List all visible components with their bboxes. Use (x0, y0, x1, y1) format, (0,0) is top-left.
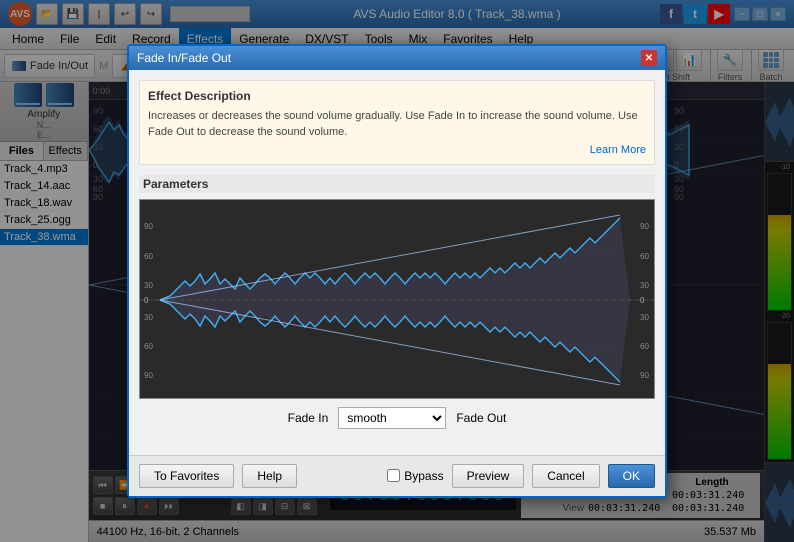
fade-controls: Fade In smooth linear logarithmic expone… (139, 399, 655, 437)
bypass-label: Bypass (404, 469, 443, 483)
to-favorites-btn[interactable]: To Favorites (139, 464, 234, 488)
modal-body: Effect Description Increases or decrease… (129, 70, 665, 455)
description-heading: Effect Description (148, 89, 646, 103)
modal-footer: To Favorites Help Bypass Preview Cancel … (129, 455, 665, 496)
svg-text:30: 30 (144, 281, 153, 290)
modal-overlay[interactable]: Fade In/Fade Out ✕ Effect Description In… (0, 0, 794, 542)
modal-title: Fade In/Fade Out (137, 51, 231, 65)
help-btn[interactable]: Help (242, 464, 297, 488)
bypass-checkbox-area: Bypass (387, 469, 443, 483)
svg-text:0: 0 (144, 296, 149, 305)
fade-type-select[interactable]: smooth linear logarithmic exponential (338, 407, 446, 429)
effect-description: Effect Description Increases or decrease… (139, 80, 655, 165)
waveform-preview: 90 60 30 0 30 60 90 90 60 30 0 30 60 (139, 199, 655, 399)
preview-btn[interactable]: Preview (452, 464, 525, 488)
parameters-section: Parameters (139, 175, 655, 437)
svg-text:60: 60 (640, 252, 649, 261)
fade-out-label: Fade Out (456, 411, 506, 425)
fade-modal: Fade In/Fade Out ✕ Effect Description In… (127, 44, 667, 498)
modal-titlebar: Fade In/Fade Out ✕ (129, 46, 665, 70)
svg-text:30: 30 (144, 313, 153, 322)
parameters-heading: Parameters (139, 175, 655, 193)
svg-text:30: 30 (640, 313, 649, 322)
svg-text:90: 90 (144, 222, 153, 231)
modal-close-btn[interactable]: ✕ (641, 50, 657, 66)
svg-text:60: 60 (144, 252, 153, 261)
bypass-checkbox[interactable] (387, 469, 400, 482)
ok-btn[interactable]: OK (608, 464, 655, 488)
cancel-btn[interactable]: Cancel (532, 464, 599, 488)
svg-text:90: 90 (640, 222, 649, 231)
svg-text:30: 30 (640, 281, 649, 290)
svg-text:60: 60 (144, 342, 153, 351)
description-text: Increases or decreases the sound volume … (148, 109, 646, 140)
svg-text:60: 60 (640, 342, 649, 351)
svg-text:90: 90 (640, 371, 649, 380)
svg-text:0: 0 (640, 296, 645, 305)
fade-in-label: Fade In (288, 411, 329, 425)
learn-more-link[interactable]: Learn More (148, 144, 646, 156)
svg-text:90: 90 (144, 371, 153, 380)
